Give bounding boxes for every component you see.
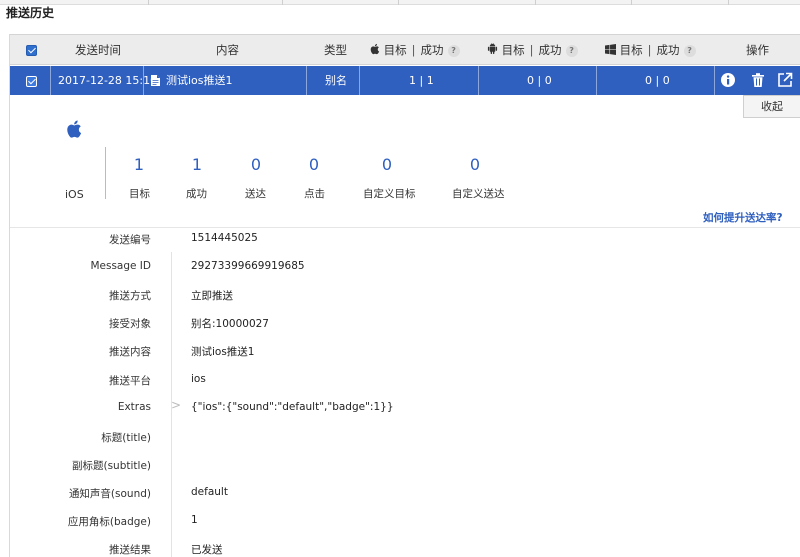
detail-value-send-id: 1514445025: [191, 232, 258, 244]
android-icon: [487, 43, 498, 55]
header-ios: 目标 | 成功?: [369, 35, 460, 66]
stat-delivered-value: 0: [250, 155, 262, 174]
detail-label-push-content: 推送内容: [109, 346, 151, 358]
help-icon[interactable]: ?: [447, 44, 460, 57]
row-ios-stats: 1 | 1: [409, 74, 434, 87]
stat-target-label: 目标: [129, 188, 150, 200]
stat-click-value: 0: [308, 155, 320, 174]
header-content: 内容: [216, 43, 239, 57]
stat-success-value: 1: [191, 155, 203, 174]
page-title: 推送历史: [6, 6, 55, 20]
trash-icon[interactable]: [750, 72, 766, 88]
detail-label-message-id: Message ID: [90, 260, 151, 272]
platform-label: iOS: [65, 188, 84, 201]
stat-success-label: 成功: [186, 188, 207, 200]
stat-custom-delivered-value: 0: [469, 155, 481, 174]
detail-label-subtitle: 副标题(subtitle): [71, 460, 151, 472]
improve-delivery-link[interactable]: 如何提升送达率?: [703, 210, 783, 225]
table-row[interactable]: 2017-12-28 15:10 测试ios推送1 别名 1 | 1 0 | 0…: [10, 66, 800, 95]
header-android-target: 目标: [501, 43, 525, 57]
header-actions: 操作: [746, 43, 769, 57]
stat-click-label: 点击: [304, 188, 325, 200]
detail-value-badge: 1: [191, 514, 198, 526]
header-ios-success: 成功: [420, 43, 444, 57]
detail-value-result: 已发送: [191, 544, 223, 556]
detail-value-push-method: 立即推送: [191, 290, 233, 302]
stats-panel: iOS 1 1 0 0 0 0 目标 成功 送达 点击 自定义目标 自定义送达 …: [10, 95, 800, 228]
detail-value-platform: ios: [191, 373, 206, 385]
stat-delivered-label: 送达: [245, 188, 266, 200]
push-history-table: 发送时间 内容 类型 目标 | 成功? 目标 | 成功? 目标 | 成功? 操作 2017-…: [9, 34, 800, 557]
detail-value-push-content: 测试ios推送1: [191, 346, 255, 358]
detail-label-audience: 接受对象: [109, 318, 151, 330]
row-android-stats: 0 | 0: [527, 74, 552, 87]
chevron-right-icon: >: [171, 398, 182, 412]
detail-label-sound: 通知声音(sound): [68, 488, 151, 500]
detail-label-send-id: 发送编号: [109, 234, 151, 246]
row-type: 别名: [325, 74, 347, 87]
stat-custom-delivered-label: 自定义送达: [452, 188, 505, 200]
stat-target-value: 1: [133, 155, 145, 174]
stats-divider: [105, 147, 106, 199]
detail-label-title: 标题(title): [101, 432, 151, 444]
detail-value-sound: default: [191, 486, 228, 498]
detail-label-platform: 推送平台: [109, 375, 151, 387]
detail-label-extras: Extras: [117, 401, 151, 413]
header-send-time: 发送时间: [75, 43, 121, 57]
apple-icon: [67, 120, 82, 138]
detail-value-message-id: 29273399669919685: [191, 260, 305, 272]
document-icon: [151, 75, 160, 86]
help-icon[interactable]: ?: [683, 44, 696, 57]
stat-custom-target-label: 自定义目标: [363, 188, 416, 200]
header-windows-target: 目标: [619, 43, 643, 57]
header-type: 类型: [324, 43, 347, 57]
header-ios-target: 目标: [383, 43, 407, 57]
detail-label-push-method: 推送方式: [109, 290, 151, 302]
help-icon[interactable]: ?: [565, 44, 578, 57]
row-content[interactable]: 测试ios推送1: [166, 66, 233, 95]
header-android: 目标 | 成功?: [487, 35, 578, 66]
select-all-checkbox[interactable]: [26, 45, 37, 56]
edit-icon[interactable]: [777, 72, 793, 88]
table-header: 发送时间 内容 类型 目标 | 成功? 目标 | 成功? 目标 | 成功? 操作: [10, 34, 800, 65]
windows-icon: [605, 44, 616, 55]
header-android-success: 成功: [538, 43, 562, 57]
apple-icon: [370, 43, 380, 55]
detail-value-audience: 别名:10000027: [191, 318, 269, 330]
info-icon[interactable]: [720, 72, 736, 88]
stat-custom-target-value: 0: [381, 155, 393, 174]
top-tab-strip: [0, 0, 800, 5]
header-windows: 目标 | 成功?: [605, 35, 696, 66]
detail-label-result: 推送结果: [109, 544, 151, 556]
detail-value-extras: {"ios":{"sound":"default","badge":1}}: [191, 401, 394, 413]
row-checkbox[interactable]: [26, 76, 37, 87]
header-windows-success: 成功: [656, 43, 680, 57]
row-windows-stats: 0 | 0: [645, 74, 670, 87]
detail-label-badge: 应用角标(badge): [67, 516, 151, 528]
